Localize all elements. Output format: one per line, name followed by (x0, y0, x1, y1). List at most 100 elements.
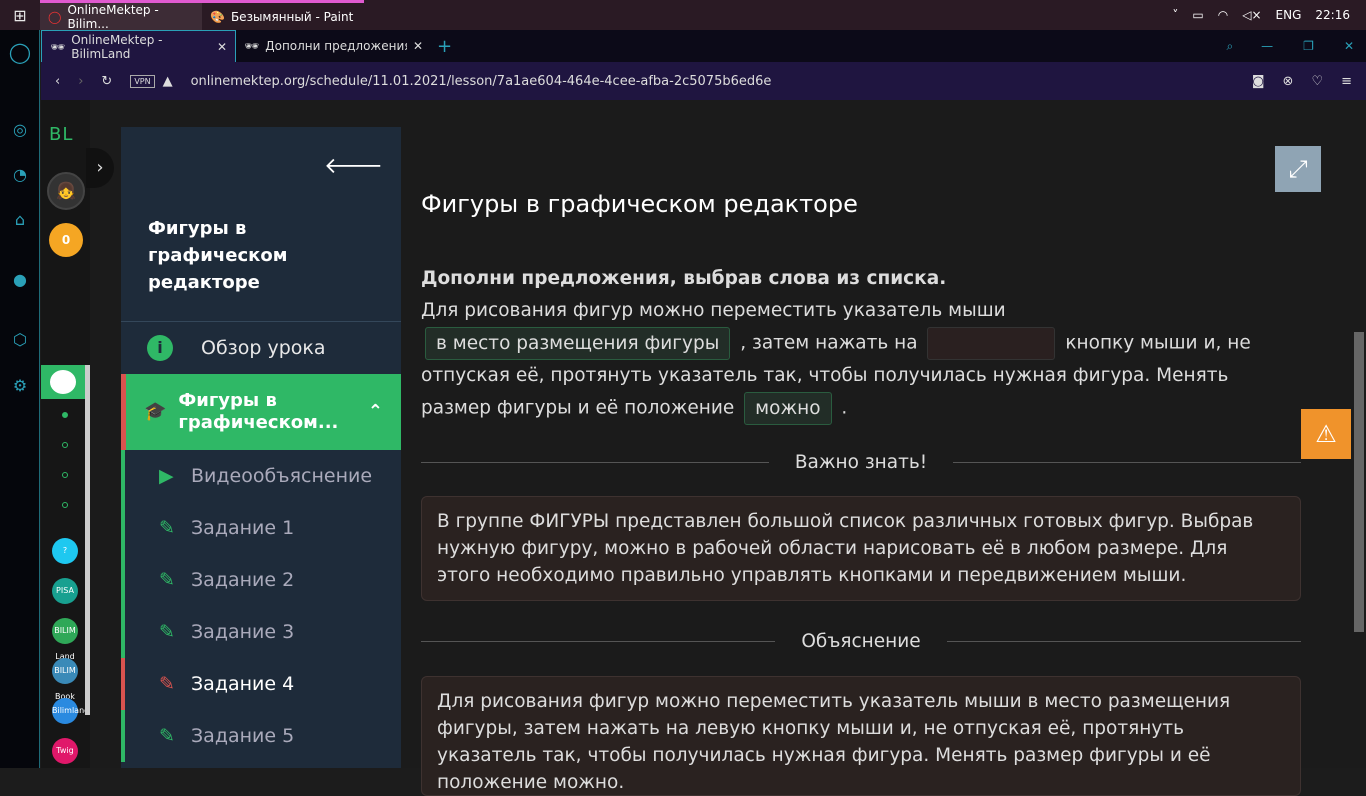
item-label: Задание 4 (191, 673, 295, 695)
tab-label: Дополни предложения, вы (265, 39, 407, 53)
lesson-item-task-3[interactable]: ✎ Задание 3 (121, 606, 401, 658)
sidebar-toggle-button[interactable]: › (86, 148, 114, 188)
wifi-icon[interactable]: ◠ (1218, 8, 1228, 22)
bilimland-sidebar: BL 👧 0 ? PISA BILIM Land BILIM Book Bili… (41, 100, 90, 768)
back-arrow-icon[interactable]: 🡐 (324, 153, 383, 179)
section-label: Фигуры в графическом... (178, 390, 339, 433)
coin-counter: 0 (49, 223, 83, 257)
reload-icon[interactable]: ↻ (101, 74, 112, 89)
answer-slot-2[interactable] (927, 327, 1056, 360)
lesson-title: Фигуры в графическом редакторе (148, 218, 288, 293)
important-divider: Важно знать! (421, 452, 1301, 473)
answer-slot-3[interactable]: можно (744, 392, 832, 425)
taskbar-app-opera[interactable]: ◯ OnlineMektep - Bilim... (40, 0, 202, 31)
overview-label: Обзор урока (201, 337, 326, 359)
back-icon[interactable]: ‹ (55, 74, 60, 89)
close-window-icon[interactable]: ✕ (1344, 39, 1354, 53)
explanation-divider: Объяснение (421, 631, 1301, 652)
task-text: Для рисования фигур можно переместить ук… (421, 300, 1006, 321)
clean-icon[interactable]: ⌂ (0, 210, 40, 229)
lesson-sidebar: 🡐 Фигуры в графическом редакторе i Обзор … (121, 127, 401, 768)
new-tab-icon[interactable]: + (437, 36, 452, 57)
lesson-item-task-1[interactable]: ✎ Задание 1 (121, 502, 401, 554)
tab-label: OnlineMektep - BilimLand (71, 32, 163, 61)
settings-icon[interactable]: ⚙ (0, 376, 40, 395)
bilimland-app[interactable]: BILIM Land (52, 618, 78, 661)
search-icon[interactable]: ⌕ (1226, 39, 1233, 54)
volume-icon[interactable]: ◁× (1242, 8, 1261, 22)
lesson-overview[interactable]: i Обзор урока (121, 321, 401, 374)
camera-icon[interactable]: ◙ (1252, 74, 1265, 89)
bilimland-check-app[interactable]: Bilimland (52, 698, 89, 724)
avatar[interactable]: 👧 (47, 172, 85, 210)
lesson-item-task-5[interactable]: ✎ Задание 5 (121, 710, 401, 762)
report-warning-button[interactable]: ⚠ (1301, 409, 1351, 459)
item-label: Видеообъяснение (191, 465, 373, 487)
windows-start-icon[interactable]: ⊞ (0, 6, 40, 25)
lesson-item-task-2[interactable]: ✎ Задание 2 (121, 554, 401, 606)
edit-icon: ✎ (159, 517, 175, 539)
forward-icon[interactable]: › (78, 74, 83, 89)
item-label: Задание 3 (191, 621, 295, 643)
twig-app[interactable]: Twig (52, 738, 78, 764)
lesson-section[interactable]: 🎓 Фигуры в графическом... ⌃ (121, 374, 401, 450)
address-bar: ‹ › ↻ VPN ▲ onlinemektep.org/schedule/11… (41, 62, 1366, 100)
heart-icon[interactable]: ♡ (1311, 74, 1323, 89)
tab-onlinemektep[interactable]: 🕶 OnlineMektep - BilimLand ✕ (41, 30, 236, 62)
tab-task[interactable]: 🕶 Дополни предложения, вы ✕ (236, 30, 431, 62)
clock[interactable]: 22:16 (1315, 8, 1350, 22)
pisa-app[interactable]: PISA (52, 578, 78, 604)
page-scrollbar[interactable] (1352, 100, 1366, 768)
onlinemektep-app[interactable] (41, 365, 85, 399)
warning-icon[interactable]: ▲ (163, 74, 173, 89)
app-label: Безымянный - Paint (230, 9, 354, 24)
minimize-icon[interactable]: — (1261, 39, 1273, 53)
gamepad-icon[interactable]: ◎ (0, 120, 40, 139)
item-label: Задание 2 (191, 569, 295, 591)
item-label: Задание 1 (191, 517, 295, 539)
important-label: Важно знать! (794, 452, 928, 473)
edit-icon: ✎ (159, 725, 175, 747)
edit-icon: ✎ (159, 673, 175, 695)
bilimbook-app[interactable]: BILIM Book (52, 658, 78, 701)
opera-logo-icon[interactable]: ◯ (0, 40, 40, 64)
explanation-label: Объяснение (801, 631, 921, 652)
item-label: Задание 5 (191, 725, 295, 747)
menu-icon[interactable]: ≡ (1341, 74, 1352, 89)
whatsapp-icon[interactable]: ● (0, 270, 40, 289)
task-text: , затем нажать на (740, 332, 918, 354)
opera-icon: ◯ (48, 9, 62, 24)
chevron-up-icon[interactable]: ⌃ (368, 401, 383, 423)
lesson-item-task-4[interactable]: ✎ Задание 4 (121, 658, 401, 710)
incognito-icon: 🕶 (244, 39, 260, 53)
chevron-up-icon[interactable]: ˅ (1172, 8, 1178, 22)
nav-dot[interactable] (62, 442, 68, 448)
battery-icon[interactable]: ▭ (1192, 8, 1203, 22)
page: BL 👧 0 ? PISA BILIM Land BILIM Book Bili… (41, 100, 1366, 796)
speed-dial-icon[interactable]: ◔ (0, 165, 40, 184)
info-icon: i (147, 335, 173, 361)
app-label: OnlineMektep - Bilim... (67, 2, 159, 31)
help-app[interactable]: ? (52, 538, 78, 564)
explanation-box: Для рисования фигур можно переместить ук… (421, 676, 1301, 796)
close-icon[interactable]: ✕ (413, 39, 423, 53)
box-icon[interactable]: ⬡ (0, 330, 40, 349)
vpn-badge[interactable]: VPN (130, 74, 155, 88)
incognito-icon: 🕶 (50, 39, 66, 54)
url-field[interactable]: onlinemektep.org/schedule/11.01.2021/les… (191, 74, 1234, 89)
taskbar-app-paint[interactable]: 🎨 Безымянный - Paint (202, 0, 364, 30)
close-icon[interactable]: ✕ (217, 40, 227, 54)
edit-icon: ✎ (159, 569, 175, 591)
nav-dot[interactable] (62, 412, 68, 418)
task-content: Фигуры в графическом редакторе Дополни п… (421, 100, 1321, 796)
sidebar-scrollbar[interactable] (85, 365, 90, 715)
language-indicator[interactable]: ENG (1276, 8, 1302, 22)
nav-dot[interactable] (62, 472, 68, 478)
lesson-item-video[interactable]: ▶ Видеообъяснение (121, 450, 401, 502)
nav-dot[interactable] (62, 502, 68, 508)
fullscreen-button[interactable]: ⤢ (1275, 146, 1321, 192)
block-icon[interactable]: ⊗ (1283, 74, 1294, 89)
restore-icon[interactable]: ❐ (1303, 39, 1314, 53)
answer-slot-1[interactable]: в место размещения фигуры (425, 327, 731, 360)
graduation-cap-icon: 🎓 (144, 401, 167, 422)
